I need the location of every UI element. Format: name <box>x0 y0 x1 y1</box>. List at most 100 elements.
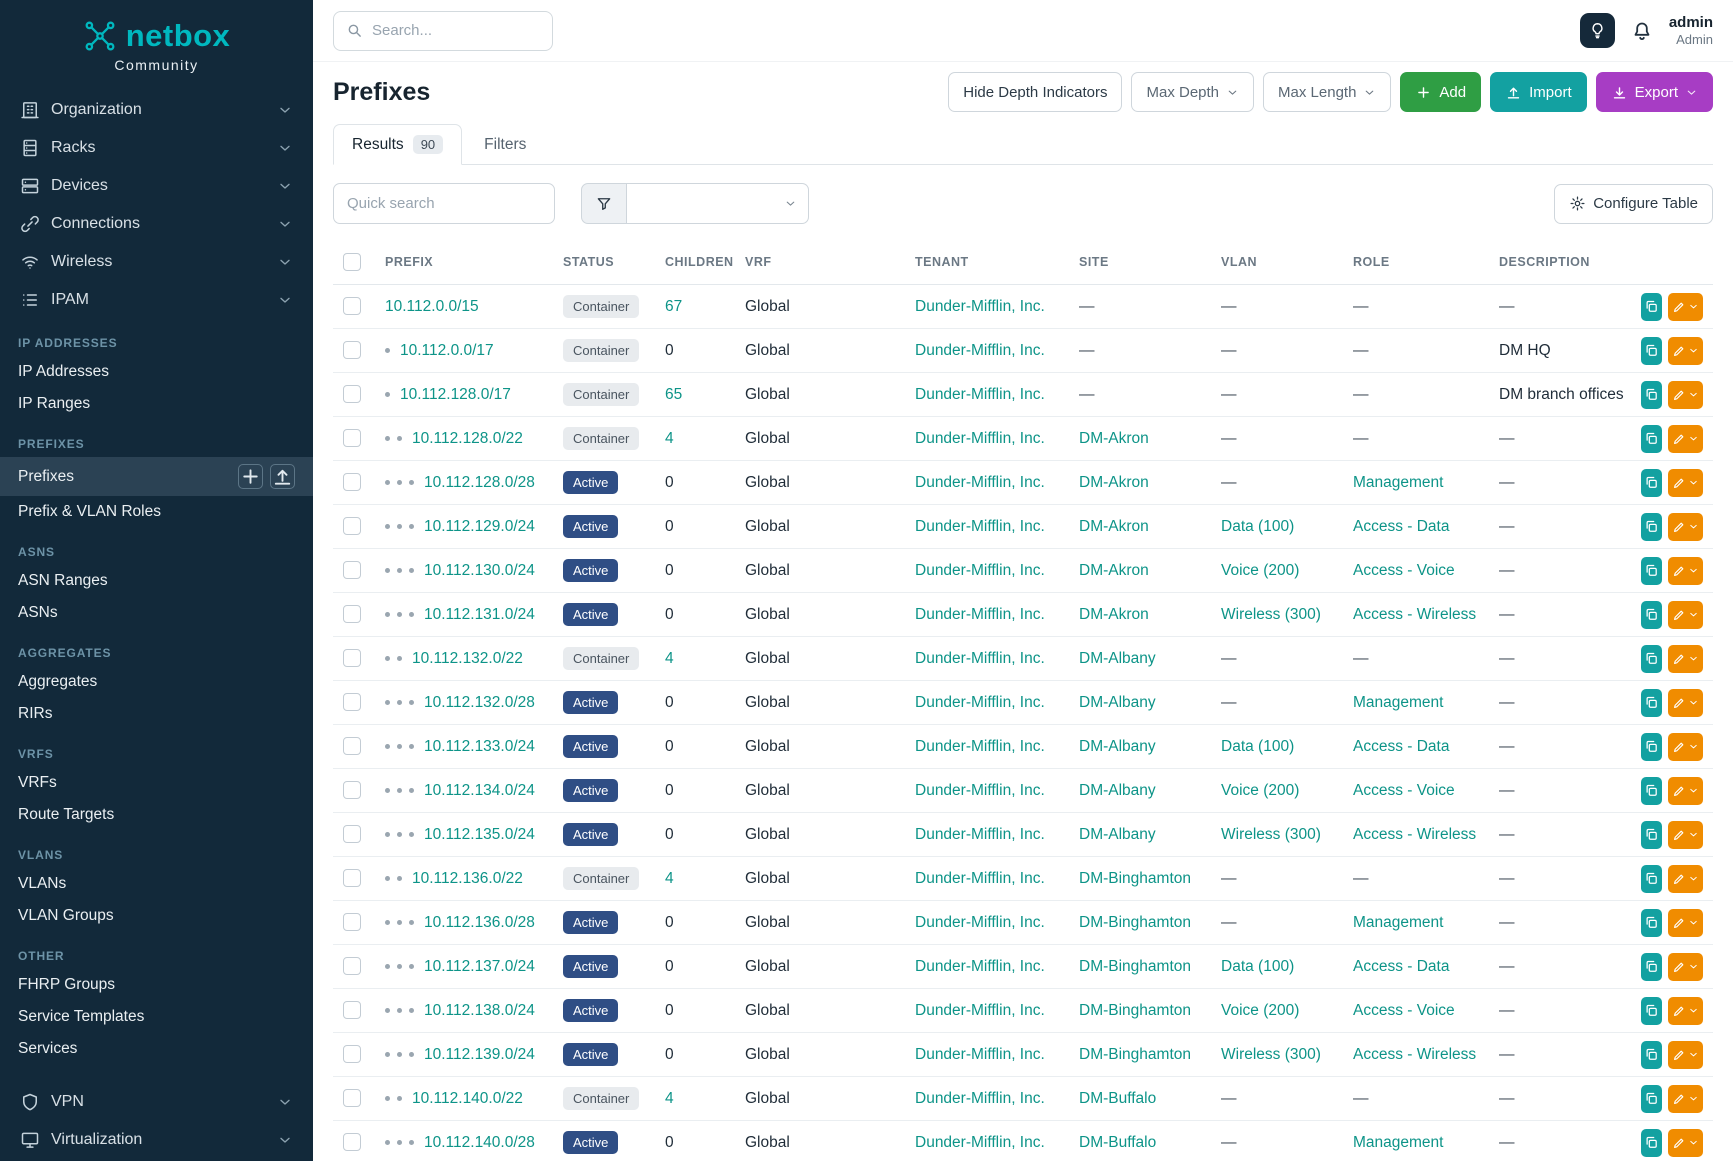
children-link[interactable]: 4 <box>665 870 674 887</box>
sidebar-item-aggregates[interactable]: Aggregates <box>0 666 313 698</box>
sidebar-item-connections[interactable]: Connections <box>0 205 313 243</box>
sidebar-item-organization[interactable]: Organization <box>0 91 313 129</box>
tenant-link[interactable]: Dunder-Mifflin, Inc. <box>915 1046 1045 1063</box>
copy-button[interactable] <box>1641 821 1662 849</box>
edit-button[interactable] <box>1668 469 1703 497</box>
edit-button[interactable] <box>1668 645 1703 673</box>
role-link[interactable]: Access - Voice <box>1353 562 1455 579</box>
theme-toggle-button[interactable] <box>1580 13 1615 48</box>
prefix-link[interactable]: 10.112.140.0/28 <box>424 1134 535 1151</box>
row-checkbox[interactable] <box>343 913 361 931</box>
site-link[interactable]: DM-Albany <box>1079 694 1156 711</box>
vlan-link[interactable]: Data (100) <box>1221 738 1294 755</box>
edit-button[interactable] <box>1668 777 1703 805</box>
prefix-link[interactable]: 10.112.128.0/28 <box>424 474 535 491</box>
tenant-link[interactable]: Dunder-Mifflin, Inc. <box>915 738 1045 755</box>
sidebar-item-asns[interactable]: ASNs <box>0 597 313 629</box>
copy-button[interactable] <box>1641 909 1662 937</box>
tenant-link[interactable]: Dunder-Mifflin, Inc. <box>915 298 1045 315</box>
site-link[interactable]: DM-Binghamton <box>1079 1002 1191 1019</box>
vlan-link[interactable]: Wireless (300) <box>1221 826 1321 843</box>
vlan-link[interactable]: Wireless (300) <box>1221 1046 1321 1063</box>
sidebar-item-services[interactable]: Services <box>0 1033 313 1065</box>
brand[interactable]: netbox Community <box>0 0 313 77</box>
column-header-vlan[interactable]: VLAN <box>1211 240 1343 285</box>
copy-button[interactable] <box>1641 469 1662 497</box>
sidebar-item-vlans[interactable]: VLANs <box>0 868 313 900</box>
site-link[interactable]: DM-Binghamton <box>1079 914 1191 931</box>
tenant-link[interactable]: Dunder-Mifflin, Inc. <box>915 650 1045 667</box>
edit-button[interactable] <box>1668 689 1703 717</box>
edit-button[interactable] <box>1668 733 1703 761</box>
site-link[interactable]: DM-Binghamton <box>1079 870 1191 887</box>
column-header-vrf[interactable]: VRF <box>735 240 905 285</box>
column-header-children[interactable]: CHILDREN <box>655 240 735 285</box>
prefix-link[interactable]: 10.112.132.0/28 <box>424 694 535 711</box>
sidebar-item-virtualization[interactable]: Virtualization <box>0 1121 313 1159</box>
tab-filters[interactable]: Filters <box>466 126 544 164</box>
notifications-bell-icon[interactable] <box>1630 19 1654 43</box>
edit-button[interactable] <box>1668 865 1703 893</box>
column-header-tenant[interactable]: TENANT <box>905 240 1069 285</box>
max-length-dropdown[interactable]: Max Length <box>1263 72 1391 112</box>
role-link[interactable]: Management <box>1353 474 1443 491</box>
configure-table-button[interactable]: Configure Table <box>1554 184 1713 224</box>
row-checkbox[interactable] <box>343 561 361 579</box>
prefix-link[interactable]: 10.112.133.0/24 <box>424 738 535 755</box>
edit-button[interactable] <box>1668 997 1703 1025</box>
copy-button[interactable] <box>1641 865 1662 893</box>
role-link[interactable]: Management <box>1353 1134 1443 1151</box>
sidebar-item-vrfs[interactable]: VRFs <box>0 767 313 799</box>
copy-button[interactable] <box>1641 1085 1662 1113</box>
tenant-link[interactable]: Dunder-Mifflin, Inc. <box>915 1090 1045 1107</box>
filter-button[interactable] <box>581 183 627 224</box>
edit-button[interactable] <box>1668 381 1703 409</box>
children-link[interactable]: 4 <box>665 1090 674 1107</box>
edit-button[interactable] <box>1668 601 1703 629</box>
tenant-link[interactable]: Dunder-Mifflin, Inc. <box>915 518 1045 535</box>
tenant-link[interactable]: Dunder-Mifflin, Inc. <box>915 342 1045 359</box>
column-header-role[interactable]: ROLE <box>1343 240 1489 285</box>
role-link[interactable]: Access - Data <box>1353 518 1449 535</box>
prefix-link[interactable]: 10.112.139.0/24 <box>424 1046 535 1063</box>
edit-button[interactable] <box>1668 1041 1703 1069</box>
prefix-link[interactable]: 10.112.131.0/24 <box>424 606 535 623</box>
prefix-link[interactable]: 10.112.129.0/24 <box>424 518 535 535</box>
site-link[interactable]: DM-Akron <box>1079 474 1149 491</box>
site-link[interactable]: DM-Albany <box>1079 826 1156 843</box>
sidebar-item-rirs[interactable]: RIRs <box>0 698 313 730</box>
children-link[interactable]: 4 <box>665 650 674 667</box>
import-button[interactable]: Import <box>1490 72 1587 112</box>
edit-button[interactable] <box>1668 909 1703 937</box>
sidebar-item-prefixes[interactable]: Prefixes <box>0 457 313 496</box>
sidebar-item-vpn[interactable]: VPN <box>0 1083 313 1121</box>
site-link[interactable]: DM-Akron <box>1079 606 1149 623</box>
prefix-link[interactable]: 10.112.130.0/24 <box>424 562 535 579</box>
prefix-link[interactable]: 10.112.0.0/15 <box>385 298 479 315</box>
column-header-status[interactable]: STATUS <box>553 240 655 285</box>
row-checkbox[interactable] <box>343 781 361 799</box>
sidebar-item-ip-ranges[interactable]: IP Ranges <box>0 388 313 420</box>
role-link[interactable]: Access - Data <box>1353 738 1449 755</box>
user-menu[interactable]: admin Admin <box>1669 14 1713 48</box>
edit-button[interactable] <box>1668 425 1703 453</box>
prefix-link[interactable]: 10.112.128.0/17 <box>400 386 511 403</box>
copy-button[interactable] <box>1641 997 1662 1025</box>
edit-button[interactable] <box>1668 337 1703 365</box>
tenant-link[interactable]: Dunder-Mifflin, Inc. <box>915 870 1045 887</box>
tenant-link[interactable]: Dunder-Mifflin, Inc. <box>915 914 1045 931</box>
prefix-link[interactable]: 10.112.128.0/22 <box>412 430 523 447</box>
copy-button[interactable] <box>1641 733 1662 761</box>
tenant-link[interactable]: Dunder-Mifflin, Inc. <box>915 386 1045 403</box>
copy-button[interactable] <box>1641 777 1662 805</box>
row-checkbox[interactable] <box>343 605 361 623</box>
prefix-link[interactable]: 10.112.134.0/24 <box>424 782 535 799</box>
vlan-link[interactable]: Voice (200) <box>1221 562 1299 579</box>
site-link[interactable]: DM-Akron <box>1079 430 1149 447</box>
site-link[interactable]: DM-Buffalo <box>1079 1090 1156 1107</box>
sidebar-item-racks[interactable]: Racks <box>0 129 313 167</box>
tenant-link[interactable]: Dunder-Mifflin, Inc. <box>915 694 1045 711</box>
edit-button[interactable] <box>1668 513 1703 541</box>
row-checkbox[interactable] <box>343 297 361 315</box>
site-link[interactable]: DM-Albany <box>1079 738 1156 755</box>
